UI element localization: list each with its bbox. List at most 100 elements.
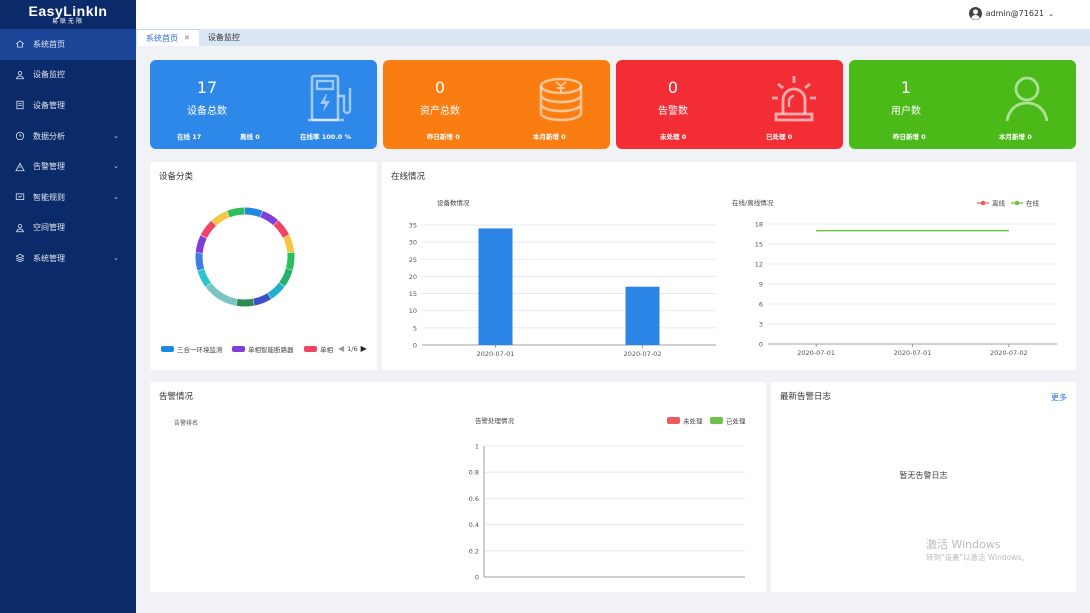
y-tick-label: 9 — [759, 281, 763, 289]
pie-slice[interactable] — [211, 211, 230, 226]
pie-slice[interactable] — [273, 220, 290, 238]
stat-card-1[interactable]: 0 资产总数 昨日新增 0 本月新增 0 — [383, 60, 610, 149]
card-sub-right: 本月新增 0 — [999, 133, 1032, 141]
sidebar-item-3[interactable]: 数据分析 ⌄ — [0, 121, 136, 152]
pie-slice[interactable] — [267, 282, 285, 299]
chevron-down-icon: ⌄ — [113, 162, 119, 171]
legend-marker — [1014, 200, 1020, 206]
pie-slice[interactable] — [236, 298, 255, 307]
arrow-right-icon[interactable]: ▶ — [361, 344, 367, 353]
legend-label[interactable]: 未处理 — [683, 417, 703, 426]
y-tick-label: 15 — [755, 241, 763, 249]
y-tick-label: 12 — [755, 261, 763, 269]
y-tick-label: 15 — [409, 290, 417, 298]
sidebar-item-5[interactable]: 智能规则 ⌄ — [0, 182, 136, 213]
arrow-left-icon[interactable]: ◀ — [338, 344, 344, 353]
card-value: 17 — [196, 78, 218, 97]
y-tick-label: 10 — [409, 307, 417, 315]
pie-slice[interactable] — [260, 210, 278, 226]
card-sub-left: 昨日新增 0 — [427, 133, 460, 141]
card-sub-left: 未处理 0 — [660, 133, 687, 141]
legend-label: 单相智能断路器 — [248, 346, 294, 354]
pie-slice[interactable] — [282, 234, 295, 253]
sidebar-item-label: 智能规则 — [33, 192, 65, 202]
x-tick-label: 2020-07-02 — [990, 349, 1028, 357]
top-bar: admin@71621 ⌄ — [136, 0, 1090, 29]
x-tick-label: 2020-07-01 — [894, 349, 932, 357]
warning-icon — [15, 162, 25, 171]
sidebar-nav: 系统首页 设备监控 设备管理 数据分析 ⌄ 告警管理 ⌄ 智能规则 ⌄ 空间管理 系统管理 ⌄ — [0, 29, 136, 274]
sidebar-item-label: 数据分析 — [33, 131, 65, 141]
legend-label: 三合一环境监测 — [177, 346, 223, 354]
card-sub-mid: 离线 0 — [240, 133, 260, 141]
legend-item[interactable]: 三合一环境监测 — [161, 344, 223, 354]
y-tick-label: 0.4 — [469, 521, 479, 529]
legend-label[interactable]: 在线 — [1026, 199, 1040, 208]
y-tick-label: 0 — [759, 341, 763, 349]
pie-slice[interactable] — [200, 220, 217, 239]
pie-slice[interactable] — [195, 235, 207, 254]
stat-card-2[interactable]: 0 告警数 未处理 0 已处理 0 — [616, 60, 843, 149]
legend-label[interactable]: 已处理 — [726, 417, 746, 426]
stat-card-0[interactable]: 17 设备总数 在线 17 离线 0 在线率 100.0 % — [150, 60, 377, 149]
y-tick-label: 25 — [409, 256, 417, 264]
sidebar-item-label: 告警管理 — [33, 162, 65, 172]
y-tick-label: 5 — [413, 324, 417, 332]
card-value: 0 — [667, 78, 679, 97]
pie-slice[interactable] — [279, 268, 293, 287]
card-label: 资产总数 — [420, 106, 460, 117]
tab-bar: 系统首页 ✕ 设备监控 — [136, 29, 1090, 46]
sidebar: EasyLinkIn 易联无限 系统首页 设备监控 设备管理 数据分析 ⌄ 告警管理 ⌄ 智能… — [0, 0, 136, 613]
tab-device-monitor[interactable]: 设备监控 — [199, 29, 249, 46]
sidebar-item-6[interactable]: 空间管理 — [0, 213, 136, 244]
stat-card-3[interactable]: 1 用户数 昨日新增 0 本月新增 0 — [849, 60, 1076, 149]
pie-slice[interactable] — [227, 207, 245, 218]
pie-slice[interactable] — [285, 252, 295, 271]
y-tick-label: 0.2 — [469, 547, 479, 555]
legend-marker — [980, 200, 986, 206]
activation-watermark-text: 转到"设置"以激活 Windows。 — [926, 553, 1029, 562]
layers-icon — [15, 254, 25, 263]
alarm-panel: 告警情况 告警排名 告警处理情况 未处理 已处理 0 0.2 0.4 0.6 0.8 1 — [150, 382, 766, 592]
sidebar-item-1[interactable]: 设备监控 — [0, 60, 136, 91]
pie-slice[interactable] — [197, 268, 212, 287]
legend-label[interactable]: 离线 — [992, 199, 1006, 208]
legend-item[interactable]: 单相智能断路器 — [232, 344, 294, 354]
bar[interactable] — [478, 228, 513, 345]
sidebar-item-2[interactable]: 设备管理 — [0, 90, 136, 121]
y-tick-label: 0.8 — [469, 469, 479, 477]
chart-title: 在线/离线情况 — [732, 198, 774, 207]
panel-title: 最新告警日志 — [780, 392, 832, 402]
sidebar-item-0[interactable]: 系统首页 — [0, 29, 136, 60]
user-menu[interactable]: admin@71621 ⌄ — [968, 7, 1054, 20]
pie-slice[interactable] — [205, 282, 238, 306]
close-icon[interactable]: ✕ — [184, 34, 190, 42]
y-tick-label: 1 — [475, 443, 479, 451]
pie-slice[interactable] — [253, 293, 272, 306]
home-icon — [15, 40, 25, 48]
x-tick-label: 2020-07-01 — [477, 350, 515, 358]
empty-text: 暂无告警日志 — [899, 471, 948, 480]
logo[interactable]: EasyLinkIn 易联无限 — [0, 0, 136, 29]
card-sub-right: 本月新增 0 — [533, 133, 566, 141]
online-offline-chart: 在线/离线情况 离线 在线 0 3 6 9 12 15 18 2020-07-01 2020-07-0… — [732, 198, 1057, 357]
sidebar-item-4[interactable]: 告警管理 ⌄ — [0, 151, 136, 182]
bar[interactable] — [625, 286, 660, 345]
online-panel: 在线情况 设备数情况 0 5 10 15 20 25 30 35 2020-07-01 2020-0… — [382, 162, 1076, 370]
sidebar-item-label: 设备管理 — [33, 100, 65, 110]
coins-icon — [539, 77, 583, 122]
x-tick-label: 2020-07-02 — [624, 350, 662, 358]
pie-slice[interactable] — [195, 252, 205, 271]
y-tick-label: 20 — [409, 273, 417, 281]
device-category-donut — [195, 207, 295, 307]
alarm-light-icon — [772, 76, 816, 122]
panel-title: 在线情况 — [391, 172, 426, 182]
y-tick-label: 0 — [475, 574, 479, 582]
legend-item[interactable]: 单相 — [304, 344, 333, 354]
tab-home[interactable]: 系统首页 ✕ — [137, 29, 199, 46]
sidebar-item-7[interactable]: 系统管理 ⌄ — [0, 243, 136, 274]
pie-slice[interactable] — [244, 207, 263, 218]
user-icon — [16, 70, 24, 80]
more-link[interactable]: 更多 — [1051, 392, 1067, 403]
sidebar-item-label: 系统管理 — [33, 253, 65, 263]
